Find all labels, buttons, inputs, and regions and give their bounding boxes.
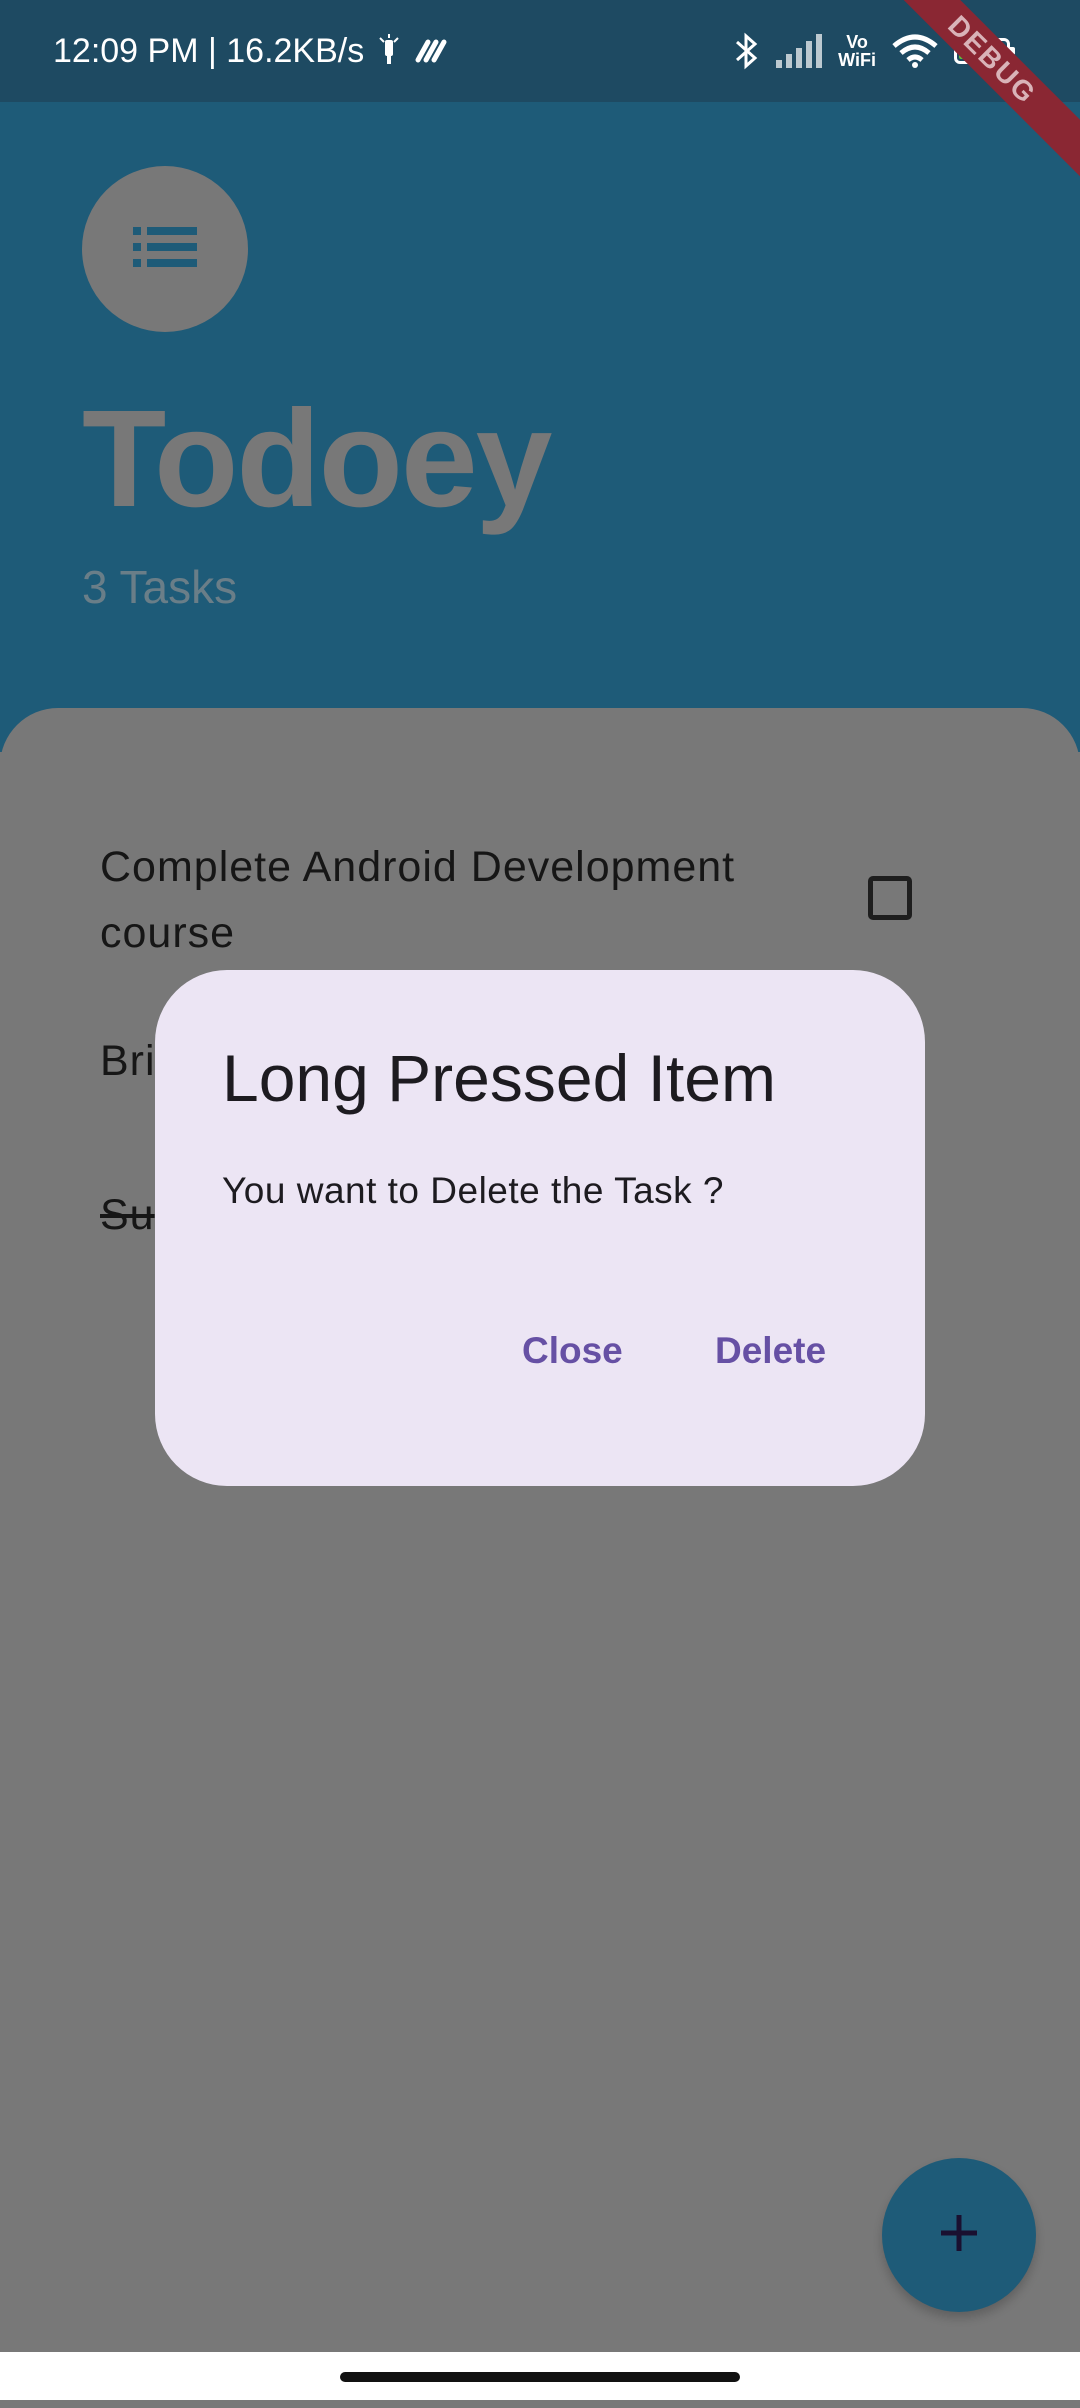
list-icon bbox=[133, 225, 197, 274]
app-header: Todoey 3 Tasks bbox=[0, 102, 1080, 752]
status-bar: 12:09 PM | 16.2KB/s VoWiFi 91 bbox=[0, 0, 1080, 102]
add-task-button[interactable] bbox=[882, 2158, 1036, 2312]
menu-avatar[interactable] bbox=[82, 166, 248, 332]
plus-icon bbox=[937, 2211, 981, 2260]
task-item[interactable]: Su bbox=[100, 1182, 155, 1248]
task-item[interactable]: Complete Android Development course bbox=[100, 834, 860, 966]
signal-icon bbox=[776, 34, 823, 68]
task-list-sheet: Complete Android Development course Bri … bbox=[0, 708, 1080, 2408]
status-time-speed: 12:09 PM | 16.2KB/s bbox=[53, 31, 365, 70]
delete-confirm-dialog: Long Pressed Item You want to Delete the… bbox=[155, 970, 925, 1486]
task-item[interactable]: Bri bbox=[100, 1028, 156, 1094]
delete-button[interactable]: Delete bbox=[699, 1320, 842, 1382]
vowifi-icon: Vo WiFi bbox=[838, 32, 876, 70]
task-count: 3 Tasks bbox=[82, 561, 238, 613]
bluetooth-icon bbox=[734, 32, 760, 70]
wifi-icon bbox=[892, 34, 938, 68]
dialog-message: You want to Delete the Task ? bbox=[222, 1170, 725, 1211]
app-title: Todoey bbox=[82, 382, 552, 536]
notification-icon bbox=[378, 34, 400, 68]
dialog-title: Long Pressed Item bbox=[222, 1041, 776, 1115]
app-icon bbox=[414, 38, 450, 64]
task-checkbox[interactable] bbox=[868, 876, 912, 920]
home-indicator[interactable] bbox=[340, 2372, 740, 2382]
navigation-bar bbox=[0, 2352, 1080, 2400]
close-button[interactable]: Close bbox=[506, 1320, 639, 1382]
